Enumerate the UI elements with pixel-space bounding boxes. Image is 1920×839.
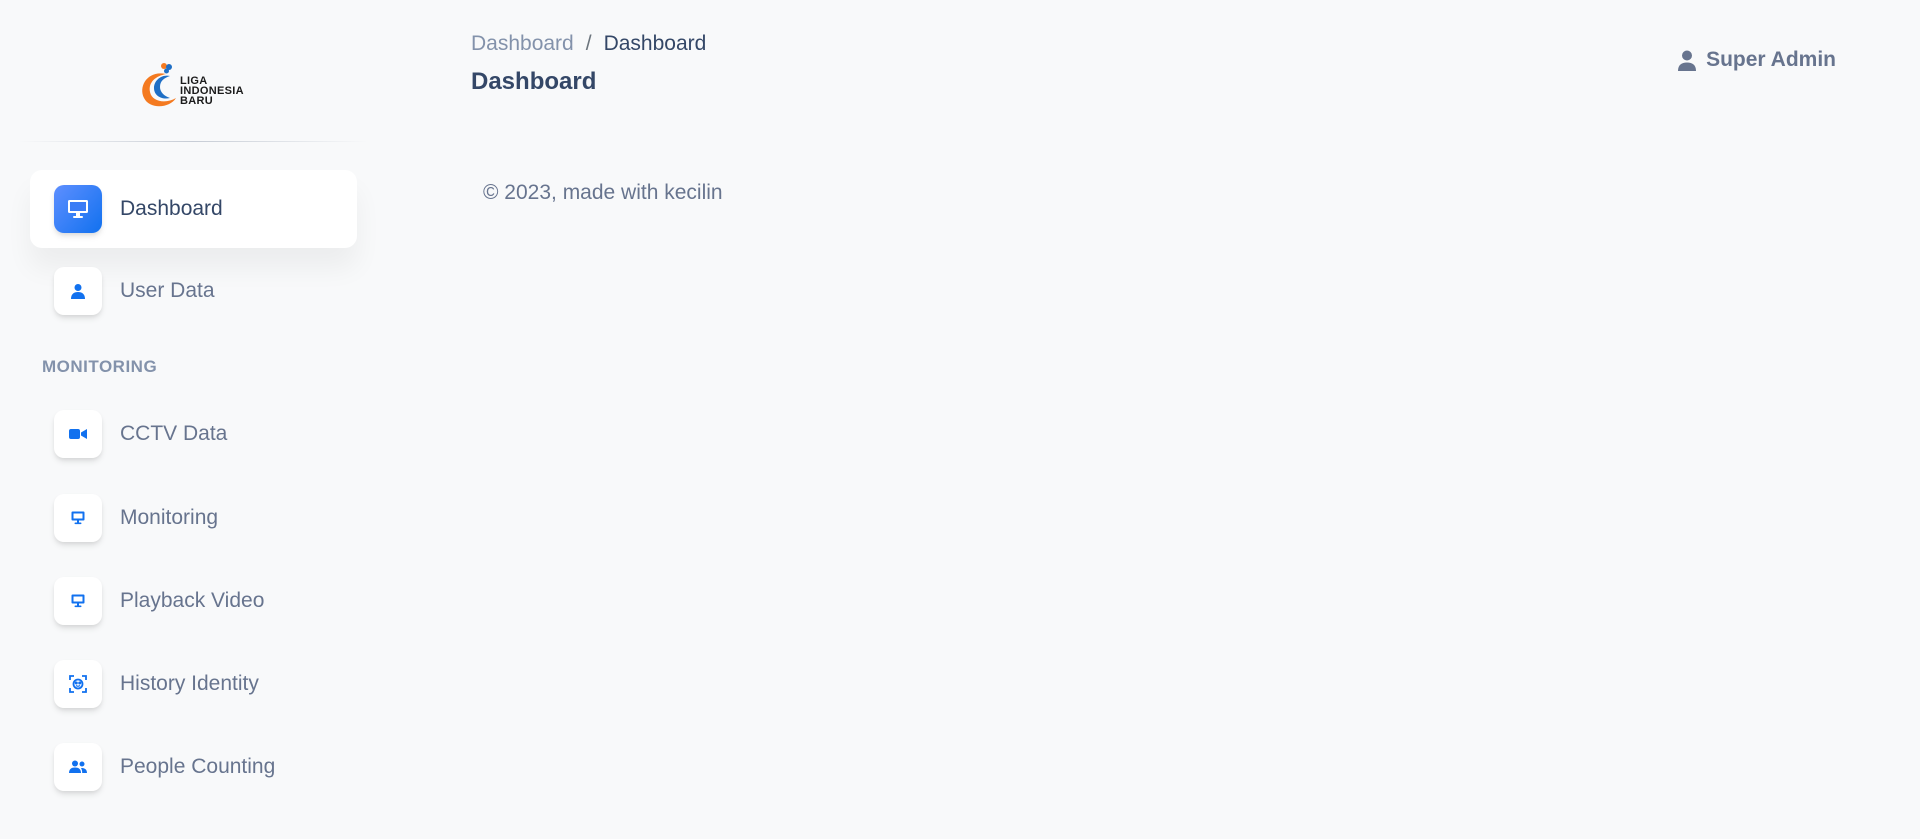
sidebar-item-user-data[interactable]: User Data: [30, 252, 357, 330]
sidebar-item-monitoring[interactable]: Monitoring: [30, 479, 357, 557]
sidebar-divider: [18, 141, 368, 142]
sidebar-item-playback-video[interactable]: Playback Video: [30, 562, 357, 640]
sidebar-item-history-identity[interactable]: History Identity: [30, 645, 357, 723]
users-icon: [54, 743, 102, 791]
desktop-icon: [54, 577, 102, 625]
footer-copyright: © 2023, made with kecilin: [483, 181, 723, 204]
liga-logo-icon: [142, 63, 176, 107]
sidebar-item-label: CCTV Data: [120, 422, 228, 445]
logo-line-3: BARU: [180, 95, 213, 107]
video-camera-icon: [54, 410, 102, 458]
logo-wordmark: LIGA INDONESIA BARU: [180, 76, 244, 107]
user-name: Super Admin: [1706, 48, 1836, 71]
sidebar-item-label: Dashboard: [120, 197, 223, 220]
sidebar-item-label: Playback Video: [120, 589, 265, 612]
sidebar-item-dashboard[interactable]: Dashboard: [30, 170, 357, 248]
breadcrumb-current: Dashboard: [603, 32, 707, 55]
breadcrumb-link-dashboard[interactable]: Dashboard: [471, 32, 574, 56]
sidebar-item-cctv-data[interactable]: CCTV Data: [30, 395, 357, 473]
sidebar-section-monitoring: MONITORING: [42, 357, 158, 376]
sidebar-item-label: People Counting: [120, 755, 276, 778]
face-scan-icon: [54, 660, 102, 708]
breadcrumb-separator: /: [585, 32, 592, 55]
desktop-icon: [54, 494, 102, 542]
desktop-icon: [54, 185, 102, 233]
sidebar: LIGA INDONESIA BARU Dashboard User Data …: [0, 0, 380, 839]
page-title: Dashboard: [471, 68, 597, 95]
sidebar-item-label: History Identity: [120, 672, 259, 695]
brand-logo[interactable]: LIGA INDONESIA BARU: [130, 58, 256, 112]
sidebar-item-label: Monitoring: [120, 506, 219, 529]
user-icon: [54, 267, 102, 315]
breadcrumb: Dashboard / Dashboard: [471, 32, 706, 56]
sidebar-item-label: User Data: [120, 279, 215, 302]
user-icon: [1678, 50, 1697, 71]
sidebar-item-people-counting[interactable]: People Counting: [30, 728, 357, 806]
user-menu[interactable]: Super Admin: [1678, 48, 1836, 72]
